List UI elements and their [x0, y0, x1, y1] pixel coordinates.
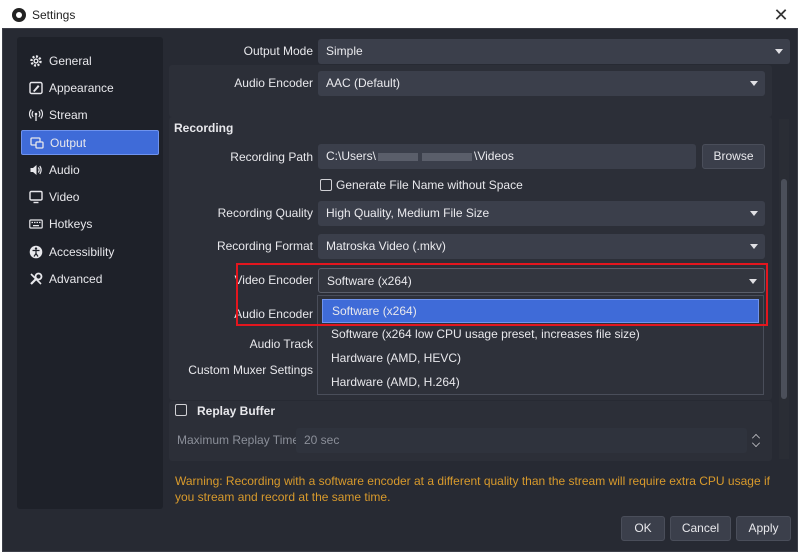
- generate-filename-checkbox[interactable]: [320, 179, 332, 191]
- content-scrollbar[interactable]: [779, 119, 789, 459]
- sidebar-item-audio[interactable]: Audio: [21, 157, 159, 182]
- chevron-down-icon: [743, 234, 765, 259]
- output-icon: [30, 136, 44, 150]
- streaming-audio-encoder-select[interactable]: AAC (Default): [318, 71, 765, 96]
- ok-button[interactable]: OK: [621, 516, 665, 541]
- replay-buffer-checkbox[interactable]: [175, 404, 187, 416]
- output-mode-select[interactable]: Simple: [318, 39, 790, 64]
- sidebar-item-label: Accessibility: [49, 244, 115, 259]
- chevron-down-icon: [743, 71, 765, 96]
- sidebar-item-label: Hotkeys: [49, 216, 93, 231]
- sidebar-item-appearance[interactable]: Appearance: [21, 75, 159, 100]
- sidebar-item-label: Output: [50, 135, 87, 150]
- sidebar-item-label: Audio: [49, 162, 80, 177]
- sidebar-item-label: Video: [49, 189, 80, 204]
- streaming-audio-encoder-label: Audio Encoder: [234, 76, 313, 90]
- sidebar-item-label: General: [49, 53, 92, 68]
- sidebar-item-stream[interactable]: Stream: [21, 102, 159, 127]
- accessibility-icon: [29, 245, 43, 259]
- apply-button[interactable]: Apply: [736, 516, 791, 541]
- redacted-block: [378, 152, 419, 161]
- window-title: Settings: [32, 8, 76, 22]
- close-icon[interactable]: ✕: [770, 4, 792, 26]
- wrench-icon: [29, 272, 43, 286]
- output-mode-label: Output Mode: [243, 44, 313, 58]
- sidebar-item-output[interactable]: Output: [21, 130, 159, 155]
- redacted-block: [422, 152, 473, 161]
- recording-quality-select[interactable]: High Quality, Medium File Size: [318, 201, 765, 226]
- sidebar-item-label: Appearance: [49, 80, 114, 95]
- recording-path-input[interactable]: C:\Users\ \Videos: [318, 144, 696, 169]
- sidebar-item-label: Advanced: [49, 271, 103, 286]
- audio-track-label: Audio Track: [249, 337, 313, 351]
- speaker-icon: [29, 163, 43, 177]
- video-encoder-option[interactable]: Hardware (AMD, H.264): [322, 370, 759, 394]
- stream-icon: [29, 108, 43, 122]
- browse-button[interactable]: Browse: [702, 144, 765, 169]
- chevron-down-icon: [768, 39, 790, 64]
- video-encoder-option[interactable]: Hardware (AMD, HEVC): [322, 346, 759, 370]
- chevron-down-icon: [743, 201, 765, 226]
- obs-logo-icon: [12, 8, 26, 22]
- scrollbar-thumb[interactable]: [781, 179, 787, 399]
- sidebar-item-accessibility[interactable]: Accessibility: [21, 239, 159, 264]
- keyboard-icon: [29, 217, 43, 231]
- sidebar-item-advanced[interactable]: Advanced: [21, 266, 159, 291]
- replay-buffer-title: Replay Buffer: [197, 404, 276, 418]
- custom-muxer-label: Custom Muxer Settings: [188, 363, 313, 377]
- monitor-icon: [29, 190, 43, 204]
- gear-icon: [29, 54, 43, 68]
- recording-format-label: Recording Format: [216, 239, 313, 253]
- warning-text: Warning: Recording with a software encod…: [175, 474, 770, 504]
- generate-filename-label: Generate File Name without Space: [336, 178, 523, 192]
- sidebar-item-video[interactable]: Video: [21, 184, 159, 209]
- appearance-icon: [29, 81, 43, 95]
- sidebar-item-hotkeys[interactable]: Hotkeys: [21, 211, 159, 236]
- sidebar-item-label: Stream: [49, 107, 88, 122]
- title-bar: Settings ✕: [0, 0, 800, 30]
- cancel-button[interactable]: Cancel: [670, 516, 731, 541]
- highlight-box: [236, 263, 768, 326]
- spinner-arrows-icon[interactable]: [748, 428, 764, 453]
- recording-group-title: Recording: [174, 121, 234, 135]
- sidebar-item-general[interactable]: General: [21, 48, 159, 73]
- recording-format-select[interactable]: Matroska Video (.mkv): [318, 234, 765, 259]
- recording-quality-label: Recording Quality: [217, 206, 313, 220]
- max-replay-time-input[interactable]: 20 sec: [296, 428, 747, 453]
- recording-path-label: Recording Path: [230, 150, 313, 164]
- settings-window: General Appearance Stream Output Audio V…: [2, 28, 798, 552]
- sidebar: General Appearance Stream Output Audio V…: [17, 37, 163, 509]
- max-replay-time-label: Maximum Replay Time: [177, 433, 300, 447]
